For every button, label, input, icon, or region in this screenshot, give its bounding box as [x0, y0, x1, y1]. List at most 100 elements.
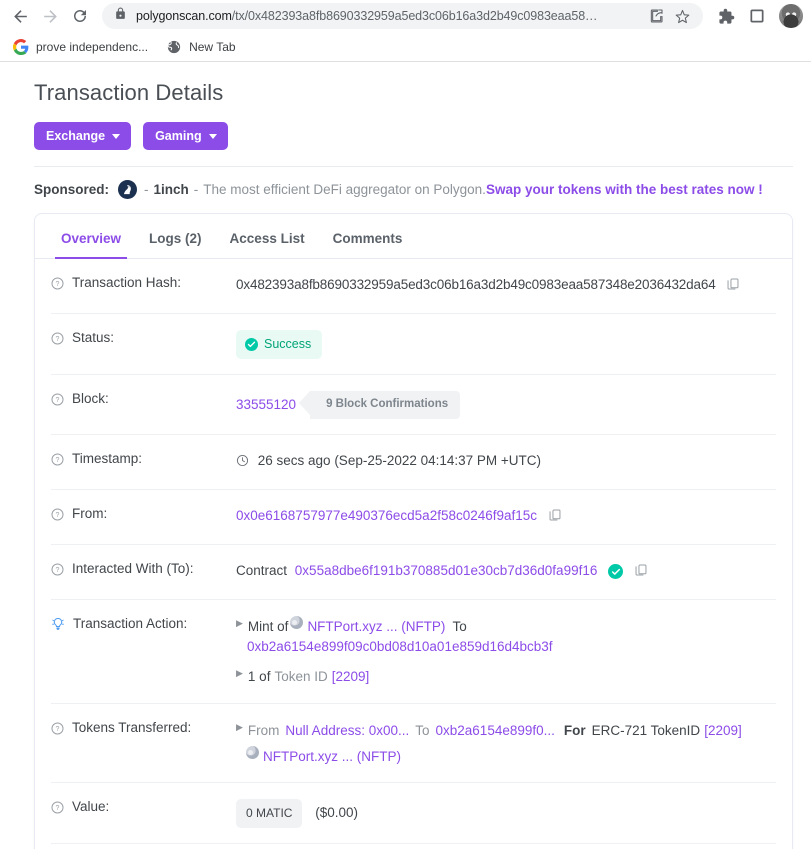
block-number-link[interactable]: 33555120 — [236, 395, 296, 416]
action-line-1: ▶ Mint of NFTPort.xyz ... (NFTP) To — [236, 615, 776, 638]
row-status: ? Status: Success — [51, 314, 776, 376]
help-circle-icon[interactable]: ? — [51, 277, 64, 290]
browser-toolbar: polygonscan.com/tx/0x482393a8fb869033295… — [0, 0, 811, 32]
verified-check-icon — [608, 564, 624, 580]
svg-text:?: ? — [56, 281, 60, 288]
category-button-row: Exchange Gaming — [34, 122, 793, 150]
help-circle-icon[interactable]: ? — [51, 393, 64, 406]
from-address-link[interactable]: 0x0e6168757977e490376ecd5a2f58c0246f9af1… — [236, 508, 537, 523]
label-text: Block: — [72, 391, 109, 407]
help-circle-icon[interactable]: ? — [51, 453, 64, 466]
help-circle-icon[interactable]: ? — [51, 563, 64, 576]
reload-button[interactable] — [66, 2, 94, 30]
puzzle-piece-icon — [718, 8, 734, 24]
1inch-unicorn-icon — [118, 180, 138, 199]
svg-text:?: ? — [56, 457, 60, 464]
token-name-link[interactable]: NFTPort.xyz ... (NFTP) — [307, 616, 445, 638]
token-quantity: 1 of — [247, 669, 271, 685]
svg-text:?: ? — [56, 336, 60, 343]
bookmark-item-1[interactable]: New Tab — [159, 36, 242, 58]
tab-overview[interactable]: Overview — [47, 231, 135, 259]
avatar-image — [779, 4, 803, 28]
label-text: Timestamp: — [72, 451, 143, 467]
row-label-interacted-with: ? Interacted With (To): — [51, 560, 236, 576]
tab-access-list[interactable]: Access List — [216, 231, 319, 258]
bookmark-label-0: prove independenc... — [36, 39, 149, 54]
value-usd: ($0.00) — [315, 805, 358, 821]
row-value: ? Value: 0 MATIC ($0.00) — [51, 783, 776, 844]
row-transaction-hash: ? Transaction Hash: 0x482393a8fb86903329… — [51, 259, 776, 314]
svg-text:?: ? — [56, 726, 60, 733]
profile-avatar[interactable] — [779, 4, 803, 28]
help-circle-icon[interactable]: ? — [51, 801, 64, 814]
action-line-2: ▶ 1 of Token ID [2209] — [236, 666, 776, 688]
row-value-block: 33555120 9 Block Confirmations — [236, 390, 776, 420]
address-bar[interactable]: polygonscan.com/tx/0x482393a8fb869033295… — [102, 3, 703, 29]
transaction-hash-value: 0x482393a8fb8690332959a5ed3c06b16a3d2b49… — [236, 277, 716, 292]
row-block: ? Block: 33555120 9 Block Confirmations — [51, 375, 776, 436]
bookmark-button[interactable] — [671, 5, 693, 27]
transfer-standard: ERC-721 TokenID — [591, 722, 701, 738]
bookmarks-bar: prove independenc... New Tab — [0, 32, 811, 61]
expand-arrow-icon[interactable]: ▶ — [236, 616, 243, 630]
help-circle-icon[interactable]: ? — [51, 332, 64, 345]
transfer-token-id-link[interactable]: [2209] — [704, 720, 742, 742]
tab-logs[interactable]: Logs (2) — [135, 231, 216, 258]
label-text: Transaction Hash: — [72, 275, 182, 290]
sponsored-text: The most efficient DeFi aggregator on Po… — [203, 182, 486, 197]
row-interacted-with: ? Interacted With (To): Contract 0x55a8d… — [51, 545, 776, 600]
row-value-from: 0x0e6168757977e490376ecd5a2f58c0246f9af1… — [236, 505, 776, 529]
gaming-button-label: Gaming — [155, 129, 202, 143]
transfer-token-name-link[interactable]: NFTPort.xyz ... (NFTP) — [263, 746, 401, 768]
extensions-button[interactable] — [713, 3, 739, 29]
side-panel-icon — [750, 9, 764, 23]
expand-arrow-icon[interactable]: ▶ — [236, 720, 243, 734]
help-circle-icon[interactable]: ? — [51, 722, 64, 735]
sponsored-label: Sponsored: — [34, 182, 110, 197]
google-icon — [13, 38, 29, 55]
mint-to-address-link[interactable]: 0xb2a6154e899f09c0bd08d10a01e859d16d4bcb… — [247, 639, 553, 654]
contract-address-link[interactable]: 0x55a8dbe6f191b370885d01e30cb7d36d0fa99f… — [295, 563, 598, 578]
side-panel-button[interactable] — [744, 3, 770, 29]
row-timestamp: ? Timestamp: 26 secs ago (Sep-25-2022 04… — [51, 435, 776, 491]
bookmark-item-0[interactable]: prove independenc... — [6, 36, 155, 58]
row-from: ? From: 0x0e6168757977e490376ecd5a2f58c0… — [51, 490, 776, 545]
row-value-transaction-hash: 0x482393a8fb8690332959a5ed3c06b16a3d2b49… — [236, 274, 776, 298]
sponsored-banner: Sponsored: - 1inch - The most efficient … — [34, 167, 793, 213]
sponsored-cta-link[interactable]: Swap your tokens with the best rates now… — [486, 182, 763, 197]
value-chip: 0 MATIC — [236, 799, 303, 828]
tab-comments[interactable]: Comments — [319, 231, 417, 258]
row-transaction-fee: ? Transaction Fee: 0.00674028096 MATIC (… — [51, 844, 776, 849]
gaming-button[interactable]: Gaming — [143, 122, 228, 150]
forward-button[interactable] — [36, 2, 64, 30]
tab-bar: Overview Logs (2) Access List Comments — [35, 214, 792, 259]
token-id-link[interactable]: [2209] — [332, 666, 370, 688]
transfer-to-link[interactable]: 0xb2a6154e899f0... — [436, 720, 555, 742]
row-label-block: ? Block: — [51, 390, 236, 406]
expand-arrow-icon[interactable]: ▶ — [236, 666, 243, 680]
copy-icon[interactable] — [634, 563, 648, 584]
copy-icon[interactable] — [548, 508, 562, 529]
row-value-tokens-transferred: ▶ From Null Address: 0x00... To 0xb2a615… — [236, 719, 776, 767]
url-path: /tx/0x482393a8fb8690332959a5ed3c06b16a3d… — [231, 9, 598, 23]
transfer-from-label: From — [247, 722, 280, 738]
back-button[interactable] — [6, 2, 34, 30]
transfer-from-link[interactable]: Null Address: 0x00... — [285, 720, 409, 742]
exchange-button[interactable]: Exchange — [34, 122, 132, 150]
token-icon — [290, 615, 304, 629]
row-label-value: ? Value: — [51, 798, 236, 814]
help-circle-icon[interactable]: ? — [51, 508, 64, 521]
back-arrow-icon — [13, 9, 27, 23]
row-label-timestamp: ? Timestamp: — [51, 450, 236, 466]
transfer-line-2: NFTPort.xyz ... (NFTP) — [244, 745, 776, 768]
chevron-down-icon — [112, 134, 121, 139]
contract-prefix: Contract — [236, 562, 288, 578]
bookmark-label-1: New Tab — [189, 39, 236, 54]
overview-rows: ? Transaction Hash: 0x482393a8fb86903329… — [35, 259, 792, 849]
label-text: Status: — [72, 329, 115, 345]
copy-icon[interactable] — [726, 277, 740, 298]
row-transaction-action: Transaction Action: ▶ Mint of NFTPort.xy… — [51, 600, 776, 704]
svg-text:?: ? — [56, 805, 60, 812]
share-button[interactable] — [645, 5, 667, 27]
sponsored-dash-1: - — [144, 182, 149, 197]
